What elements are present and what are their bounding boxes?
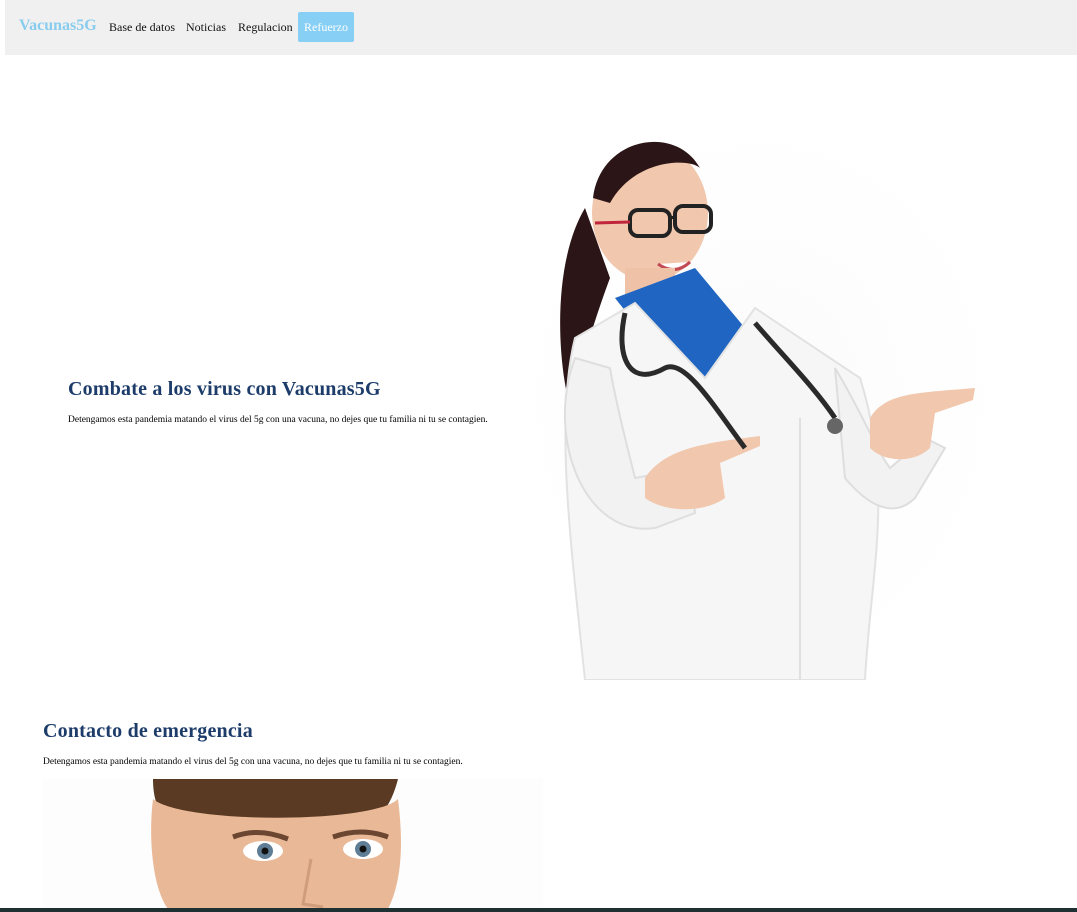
- contact-subtitle: Detengamos esta pandemia matando el viru…: [43, 757, 463, 767]
- nav-link-base-de-datos[interactable]: Base de datos: [109, 20, 175, 35]
- footer-bar: [0, 908, 1077, 912]
- contact-title: Contacto de emergencia: [43, 720, 253, 742]
- hero-subtitle: Detengamos esta pandemia matando el viru…: [68, 415, 488, 425]
- top-navbar: Vacunas5G Base de datos Noticias Regulac…: [5, 0, 1077, 55]
- man-face-image: [43, 779, 543, 909]
- hero-section: Combate a los virus con Vacunas5G Deteng…: [68, 378, 528, 425]
- brand-logo-link[interactable]: Vacunas5G: [19, 17, 97, 35]
- nav-link-noticias[interactable]: Noticias: [186, 20, 226, 35]
- refuerzo-button[interactable]: Refuerzo: [298, 12, 354, 42]
- hero-title: Combate a los virus con Vacunas5G: [68, 378, 381, 400]
- nav-link-regulacion[interactable]: Regulacion: [238, 20, 293, 35]
- doctor-pointing-image: [515, 118, 1005, 681]
